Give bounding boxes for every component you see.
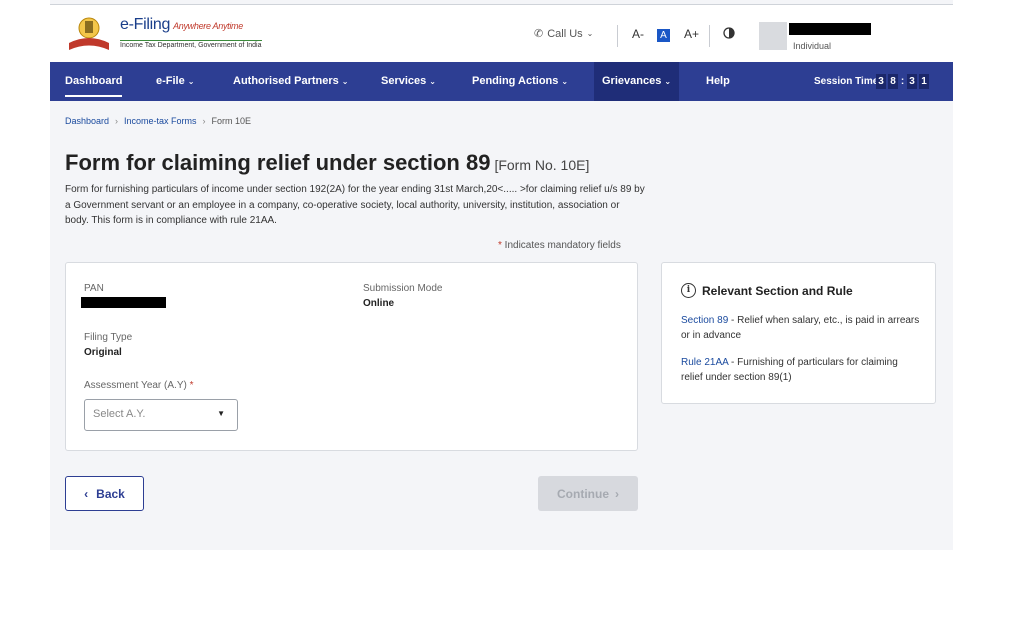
chevron-right-icon: › [615, 486, 619, 501]
nav-pending-actions[interactable]: Pending Actions ⌄ [472, 62, 568, 101]
assessment-year-placeholder: Select A.Y. [93, 408, 146, 420]
section-89-link[interactable]: Section 89 [681, 315, 728, 326]
info-icon: i [681, 283, 696, 298]
call-us-label: Call Us [547, 27, 583, 40]
font-normal-button[interactable]: A [657, 29, 670, 42]
call-us-dropdown[interactable]: ✆ Call Us ⌄ [534, 27, 594, 41]
relevant-section-card: i Relevant Section and Rule Section 89 -… [661, 262, 936, 404]
continue-button[interactable]: Continue › [538, 476, 638, 511]
nav-services[interactable]: Services ⌄ [381, 62, 436, 101]
chevron-down-icon: ⌄ [341, 77, 349, 86]
nav-authorised-partners[interactable]: Authorised Partners ⌄ [233, 62, 348, 101]
session-colon: : [900, 76, 905, 87]
divider [709, 25, 710, 47]
pan-label: PAN [84, 283, 104, 294]
chevron-right-icon: › [115, 116, 119, 126]
filing-type-value: Original [84, 347, 122, 358]
chevron-left-icon: ‹ [84, 486, 89, 501]
caret-down-icon: ▼ [217, 409, 225, 418]
session-digit: 1 [919, 74, 929, 89]
relevant-section-heading: i Relevant Section and Rule [681, 283, 853, 298]
nav-efile[interactable]: e-File ⌄ [156, 62, 194, 101]
back-button[interactable]: ‹ Back [65, 476, 144, 511]
breadcrumb: Dashboard › Income-tax Forms › Form 10E [65, 116, 251, 126]
pan-value-redacted [81, 297, 166, 308]
form-number: [Form No. 10E] [494, 157, 590, 173]
session-time-label: Session Time [814, 76, 879, 87]
username-redacted[interactable] [789, 23, 871, 35]
chevron-down-icon: ⌄ [561, 77, 569, 86]
rule-21aa-link[interactable]: Rule 21AA [681, 357, 728, 368]
font-increase-button[interactable]: A+ [684, 27, 699, 41]
emblem-icon [69, 17, 109, 50]
contrast-icon[interactable] [723, 27, 735, 39]
chevron-down-icon: ⌄ [429, 77, 436, 86]
nav-help[interactable]: Help [706, 62, 730, 101]
session-digit: 8 [888, 74, 898, 89]
page-title: Form for claiming relief under section 8… [65, 150, 590, 175]
main-nav: Dashboard e-File ⌄ Authorised Partners ⌄ S… [50, 62, 953, 101]
assessment-year-select[interactable]: Select A.Y. ▼ [84, 399, 238, 431]
phone-icon: ✆ [534, 28, 544, 40]
chevron-right-icon: › [202, 116, 206, 126]
logo-title: e-Filing Anywhere Anytime [120, 16, 243, 33]
section-89-info: Section 89 - Relief when salary, etc., i… [681, 315, 920, 341]
nav-dashboard[interactable]: Dashboard [65, 62, 123, 101]
divider [617, 25, 618, 47]
font-decrease-button[interactable]: A- [632, 27, 644, 41]
submission-mode-value: Online [363, 298, 395, 309]
chevron-down-icon: ⌄ [664, 77, 672, 86]
site-header: e-Filing Anywhere Anytime Income Tax Depa… [50, 5, 953, 62]
assessment-year-label: Assessment Year (A.Y) * [84, 380, 194, 391]
chevron-down-icon: ⌄ [586, 29, 594, 38]
page-description: Form for furnishing particulars of incom… [65, 184, 645, 226]
rule-21aa-info: Rule 21AA - Furnishing of particulars fo… [681, 357, 898, 383]
mandatory-note: * Indicates mandatory fields [498, 240, 621, 251]
avatar[interactable] [759, 22, 787, 50]
filing-type-label: Filing Type [84, 332, 133, 343]
breadcrumb-current: Form 10E [211, 116, 252, 126]
user-type: Individual [793, 41, 832, 51]
logo-subtitle: Income Tax Department, Government of Ind… [120, 40, 262, 49]
form-card: PAN Submission Mode Online Filing Type O… [65, 262, 638, 451]
nav-grievances[interactable]: Grievances ⌄ [594, 62, 680, 101]
chevron-down-icon: ⌄ [187, 77, 195, 86]
session-digit: 3 [907, 74, 917, 89]
efiling-logo[interactable]: e-Filing Anywhere Anytime Income Tax Depa… [66, 13, 266, 55]
submission-mode-label: Submission Mode [363, 283, 443, 294]
session-timer: 3 8 : 3 1 [876, 74, 929, 89]
session-digit: 3 [876, 74, 886, 89]
breadcrumb-dashboard[interactable]: Dashboard [65, 116, 109, 126]
breadcrumb-income-tax-forms[interactable]: Income-tax Forms [124, 116, 197, 126]
